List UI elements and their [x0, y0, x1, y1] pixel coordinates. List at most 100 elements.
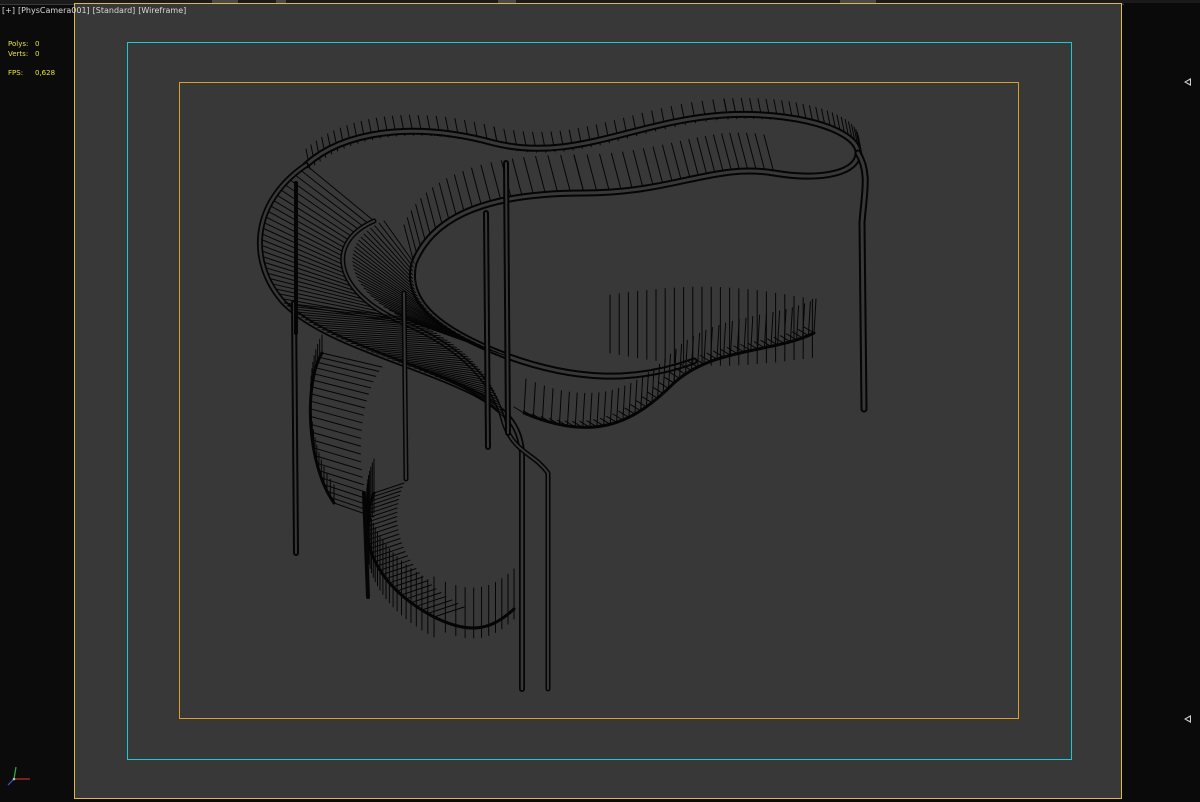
wire-slat — [318, 470, 364, 486]
wire-slat — [652, 146, 664, 186]
wire-slat — [311, 439, 361, 455]
viewport-statistics: Polys: 0 Verts: 0 FPS: 0,628 — [8, 39, 55, 78]
wire-slat — [753, 341, 765, 349]
wire-slat — [645, 372, 649, 408]
wire-slat — [490, 162, 502, 202]
wire-slat — [679, 343, 683, 379]
fps-row: FPS: 0,628 — [8, 68, 55, 78]
wire-slat — [593, 419, 605, 427]
wire-slat — [259, 244, 348, 279]
wire-slat — [746, 132, 757, 172]
wire-slat — [558, 390, 562, 426]
wire-slat — [719, 348, 731, 356]
wire-slat — [606, 415, 618, 423]
wire-slat — [574, 392, 578, 428]
wire-slat — [260, 232, 345, 270]
viewport-label[interactable]: [+] [PhysCamera001] [Standard] [Wireframe] — [2, 6, 189, 15]
ramp-slats — [283, 220, 505, 418]
wire-slat — [532, 382, 536, 418]
wire-slat — [813, 298, 817, 334]
triangle-left-icon[interactable] — [1184, 78, 1191, 86]
wire-slat — [262, 221, 344, 261]
wire-slat — [317, 361, 377, 377]
wire-slat — [462, 170, 474, 210]
wireframe-model[interactable] — [74, 3, 1122, 799]
wire-slat — [312, 379, 369, 395]
wire-slat — [513, 406, 525, 414]
wire-slat — [684, 339, 688, 375]
wire-slat — [640, 376, 644, 412]
wire-slat — [263, 215, 344, 257]
wire-slat — [632, 150, 644, 189]
canopy-slats — [259, 97, 863, 324]
wire-slat — [523, 157, 535, 196]
wire-slat — [618, 410, 630, 418]
viewport-shading-label[interactable]: [Standard] — [93, 6, 136, 15]
wire-slat — [378, 222, 414, 268]
wire-slat — [471, 167, 483, 207]
verts-value: 0 — [35, 50, 40, 58]
wire-slat — [634, 379, 638, 415]
polys-row: Polys: 0 — [8, 39, 55, 49]
wire-slat — [453, 174, 465, 214]
wire-slat — [786, 333, 798, 341]
fps-value: 0,628 — [35, 69, 56, 77]
wire-slat — [688, 138, 700, 178]
wire-slat — [309, 415, 362, 431]
fps-label: FPS: — [8, 69, 24, 77]
wire-slat — [704, 135, 716, 175]
wire-slat — [523, 378, 527, 414]
wire-slat — [612, 413, 624, 421]
wire-slat — [662, 144, 673, 184]
wire-slat — [541, 385, 545, 421]
wire-slat — [379, 559, 411, 571]
wire-slat — [566, 391, 570, 427]
canopy-left-edge-highlight — [258, 163, 524, 691]
wire-slat — [427, 603, 459, 614]
wire-slat — [311, 386, 367, 402]
wire-slat — [314, 455, 362, 471]
wire-slat — [706, 352, 718, 360]
wire-slat — [259, 238, 346, 274]
wire-slat — [260, 227, 344, 266]
wire-slat — [622, 151, 634, 191]
wire-slat — [696, 137, 708, 177]
wire-slat — [374, 225, 414, 272]
wire-slat — [438, 182, 450, 222]
wire-slat — [388, 572, 420, 584]
wire-slat — [421, 599, 453, 611]
wire-slat — [713, 350, 725, 358]
viewport-menu-plus[interactable]: [+] — [2, 6, 15, 15]
bench-bottom-slats — [366, 458, 515, 639]
wire-slat — [367, 529, 399, 541]
wire-slat — [310, 393, 366, 409]
polys-value: 0 — [35, 40, 40, 48]
wire-slat — [415, 595, 447, 607]
wire-slat — [432, 187, 443, 227]
wire-slat — [406, 217, 418, 257]
axis-tripod-icon — [7, 766, 30, 786]
wire-slat — [309, 408, 363, 424]
wire-slat — [713, 134, 724, 174]
wire-slat — [642, 148, 654, 188]
viewport-camera-label[interactable]: [PhysCamera001] — [18, 6, 90, 15]
wire-slat — [313, 447, 362, 463]
wire-slat — [763, 134, 775, 174]
wire-slat — [628, 382, 632, 418]
right-side-panel — [1124, 3, 1200, 802]
wire-slat — [671, 142, 682, 182]
wire-slat — [624, 407, 636, 415]
verts-label: Verts: — [8, 50, 29, 58]
wire-slat — [729, 132, 741, 172]
wire-slat — [610, 152, 622, 192]
wire-slat — [382, 563, 414, 575]
wire-slat — [779, 335, 791, 343]
triangle-left-icon[interactable] — [1184, 715, 1191, 723]
wire-slat — [573, 154, 585, 194]
wire-slat — [310, 431, 361, 447]
bench-bottom-edge — [365, 491, 516, 630]
wire-slat — [662, 358, 666, 394]
wire-slat — [737, 132, 749, 172]
verts-row: Verts: 0 — [8, 49, 55, 59]
viewport-display-mode-label[interactable]: [Wireframe] — [138, 6, 186, 15]
